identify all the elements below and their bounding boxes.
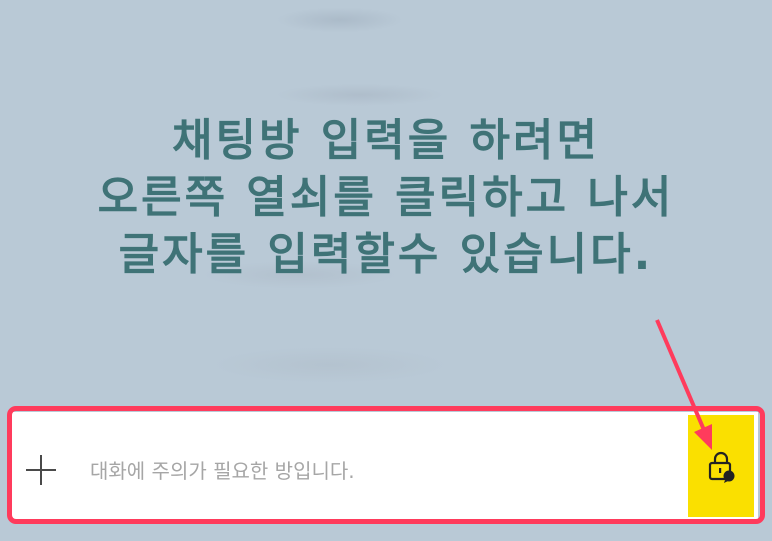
pointer-arrow-icon xyxy=(655,319,712,450)
